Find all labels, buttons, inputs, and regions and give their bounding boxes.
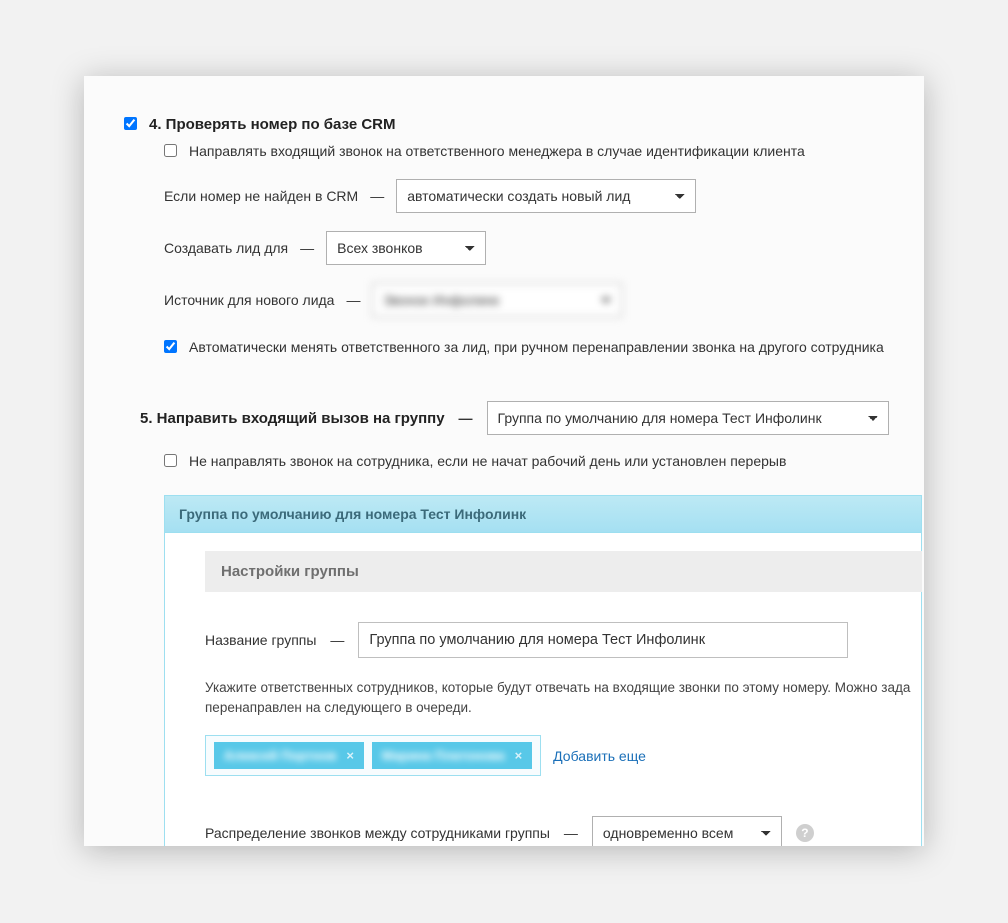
section4-checkbox[interactable]: [124, 117, 137, 130]
responsible-tag-name: Алексей Портнов: [224, 748, 336, 763]
responsible-tags-box: Алексей Портнов × Марина Платонова ×: [205, 735, 541, 776]
auto-change-label: Автоматически менять ответственного за л…: [189, 339, 884, 355]
responsible-tag[interactable]: Марина Платонова ×: [372, 742, 532, 769]
section4-row: 4. Проверять номер по базе CRM: [124, 116, 924, 133]
not-found-row: Если номер не найден в CRM — автоматичес…: [164, 179, 924, 213]
lead-source-label: Источник для нового лида: [164, 292, 334, 308]
section4-title: 4. Проверять номер по базе CRM: [149, 116, 396, 133]
dash-separator: —: [324, 632, 350, 648]
tag-remove-icon[interactable]: ×: [346, 748, 354, 763]
dash-separator: —: [340, 292, 366, 308]
group-panel-body: Настройки группы Название группы — Укажи…: [165, 533, 921, 846]
lead-source-row: Источник для нового лида — Звонок Инфоли…: [164, 283, 924, 317]
dash-separator: —: [294, 240, 320, 256]
group-panel-header: Группа по умолчанию для номера Тест Инфо…: [165, 496, 921, 533]
create-lead-for-row: Создавать лид для — Всех звонков: [164, 231, 924, 265]
responsible-tag-name: Марина Платонова: [382, 748, 505, 763]
responsible-tags-area: Алексей Портнов × Марина Платонова × Доб…: [205, 735, 921, 776]
group-name-row: Название группы —: [205, 622, 921, 658]
dash-separator: —: [453, 410, 479, 426]
section4-checkbox-label[interactable]: 4. Проверять номер по базе CRM: [124, 116, 396, 133]
help-icon[interactable]: ?: [796, 824, 814, 842]
group-help-text: Укажите ответственных сотрудников, котор…: [205, 678, 921, 717]
responsible-tag[interactable]: Алексей Портнов ×: [214, 742, 364, 769]
dash-separator: —: [558, 825, 584, 841]
auto-change-row[interactable]: Автоматически менять ответственного за л…: [164, 339, 884, 355]
distribution-row: Распределение звонков между сотрудниками…: [205, 816, 921, 846]
group-name-input[interactable]: [358, 622, 848, 658]
group-settings-title: Настройки группы: [205, 551, 922, 592]
distribution-select[interactable]: одновременно всем: [592, 816, 782, 846]
distribution-label: Распределение звонков между сотрудниками…: [205, 825, 550, 841]
tag-remove-icon[interactable]: ×: [515, 748, 523, 763]
not-found-select[interactable]: автоматически создать новый лид: [396, 179, 696, 213]
forward-to-manager-checkbox[interactable]: [164, 144, 177, 157]
create-lead-for-label: Создавать лид для: [164, 240, 288, 256]
forward-to-manager-row[interactable]: Направлять входящий звонок на ответствен…: [164, 143, 805, 159]
section5-title: 5. Направить входящий вызов на группу: [140, 410, 445, 427]
dash-separator: —: [364, 188, 390, 204]
create-lead-for-select[interactable]: Всех звонков: [326, 231, 486, 265]
section5-row: 5. Направить входящий вызов на группу — …: [140, 401, 924, 435]
group-name-label: Название группы: [205, 632, 316, 648]
no-forward-checkbox[interactable]: [164, 454, 177, 467]
group-panel: Группа по умолчанию для номера Тест Инфо…: [164, 495, 922, 846]
no-forward-row[interactable]: Не направлять звонок на сотрудника, если…: [164, 453, 786, 469]
settings-card: 4. Проверять номер по базе CRM Направлят…: [84, 76, 924, 846]
no-forward-label: Не направлять звонок на сотрудника, если…: [189, 453, 786, 469]
add-more-link[interactable]: Добавить еще: [553, 748, 646, 764]
auto-change-checkbox[interactable]: [164, 340, 177, 353]
section5-group-select[interactable]: Группа по умолчанию для номера Тест Инфо…: [487, 401, 889, 435]
not-found-label: Если номер не найден в CRM: [164, 188, 358, 204]
lead-source-select[interactable]: Звонок Инфолинк: [372, 283, 622, 317]
forward-to-manager-label: Направлять входящий звонок на ответствен…: [189, 143, 805, 159]
